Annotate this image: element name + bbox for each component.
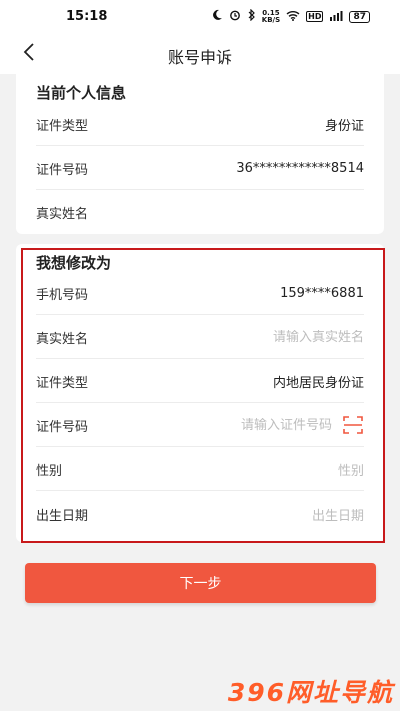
phone-label: 手机号码 (36, 287, 89, 303)
signal-icon (329, 10, 343, 24)
current-info-card: 当前个人信息 证件类型 身份证 证件号码 36************8514 … (16, 74, 384, 234)
network-speed: 0.15 KB/S (261, 9, 281, 24)
hd-badge: HD (306, 11, 324, 22)
current-id-number-label: 证件号码 (36, 162, 89, 178)
current-id-type-label: 证件类型 (36, 118, 89, 134)
id-type-label: 证件类型 (36, 375, 89, 391)
phone-row: 手机号码 159****6881 (36, 271, 364, 315)
watermark-logo: 396网址导航 (227, 678, 394, 707)
gender-picker[interactable]: 性别 (338, 460, 364, 479)
id-number-label: 证件号码 (36, 419, 89, 435)
real-name-row: 真实姓名 (36, 315, 364, 359)
id-number-controls (192, 414, 364, 436)
current-id-number-value: 36************8514 (236, 160, 364, 176)
id-type-select[interactable]: 内地居民身份证 (273, 372, 364, 391)
network-speed-unit: KB/S (261, 15, 281, 24)
page-title: 账号申诉 (167, 48, 232, 67)
status-time: 15:18 (66, 9, 108, 24)
battery-indicator: 87 (349, 10, 370, 23)
moon-icon (211, 9, 223, 24)
status-bar: 15:18 0.15 KB/S HD 87 (0, 0, 400, 34)
phone-value: 159****6881 (280, 285, 364, 301)
real-name-label: 真实姓名 (36, 331, 89, 347)
birth-date-picker[interactable]: 出生日期 (312, 505, 364, 524)
gender-row[interactable]: 性别 性别 (36, 447, 364, 491)
id-number-input[interactable] (192, 417, 332, 433)
modify-title: 我想修改为 (36, 254, 112, 272)
status-icons: 0.15 KB/S HD 87 (211, 8, 370, 24)
alarm-icon (229, 9, 241, 24)
current-info-title: 当前个人信息 (36, 84, 127, 102)
real-name-input[interactable] (194, 329, 364, 345)
gender-label: 性别 (36, 463, 63, 479)
next-step-button[interactable]: 下一步 (25, 563, 376, 603)
bluetooth-icon (247, 8, 256, 24)
current-real-name-label: 真实姓名 (36, 206, 89, 222)
nav-bar: 账号申诉 (0, 34, 400, 74)
id-number-row: 证件号码 (36, 403, 364, 447)
current-id-type-row: 证件类型 身份证 (36, 102, 364, 146)
birth-date-label: 出生日期 (36, 508, 89, 524)
modify-form-card: 我想修改为 手机号码 159****6881 真实姓名 证件类型 内地居民身份证… (16, 244, 384, 542)
wifi-icon (286, 10, 300, 24)
id-type-row[interactable]: 证件类型 内地居民身份证 (36, 359, 364, 403)
scan-icon[interactable] (342, 414, 364, 436)
current-id-type-value: 身份证 (324, 118, 364, 134)
current-real-name-row: 真实姓名 (36, 190, 364, 234)
current-id-number-row: 证件号码 36************8514 (36, 146, 364, 190)
birth-date-row[interactable]: 出生日期 出生日期 (36, 492, 364, 536)
